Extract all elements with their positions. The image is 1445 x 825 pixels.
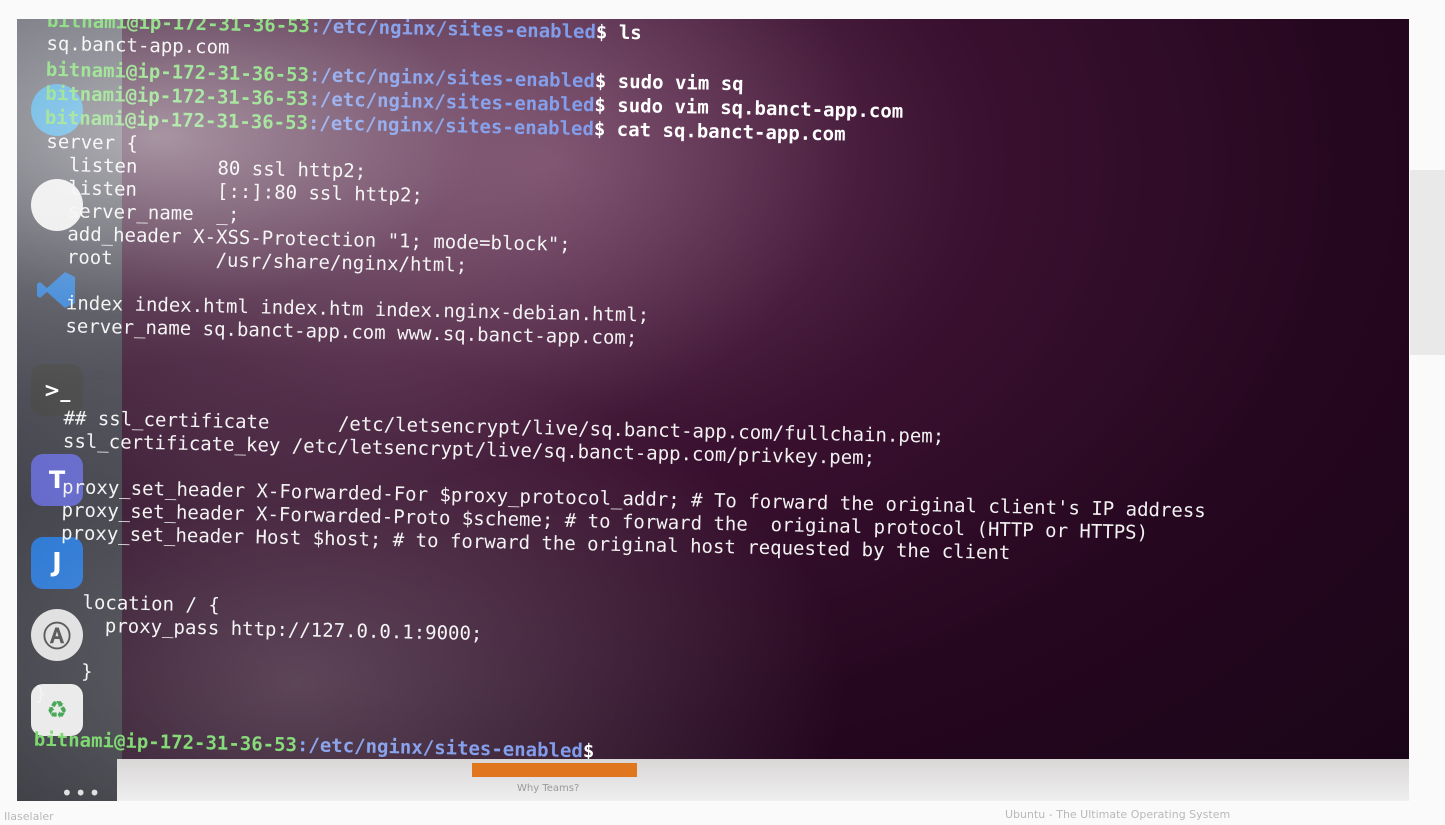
config-line: proxy_pass http://127.0.0.1:9000; <box>36 613 483 646</box>
terminal-line: sq.banct-app.com <box>46 32 230 59</box>
page: Ilaselaler Ubuntu - The Ultimate Operati… <box>0 0 1445 825</box>
background-text-left: Ilaselaler <box>4 810 54 823</box>
monitor-photo: >_ T J Ⓐ ♻ ••• bitnami@ip-172-31-36-53:/… <box>17 19 1409 801</box>
config-line: } <box>34 682 47 705</box>
background-panel <box>1410 170 1445 355</box>
config-line: server { <box>46 130 139 155</box>
terminal-output: bitnami@ip-172-31-36-53:/etc/nginx/sites… <box>34 19 1387 801</box>
background-text-right: Ubuntu - The Ultimate Operating System <box>1005 808 1231 821</box>
config-line: } <box>35 659 93 683</box>
bezel-text: Why Teams? <box>517 783 580 794</box>
monitor-bezel <box>117 759 1409 801</box>
background-button <box>472 763 637 777</box>
show-apps-icon[interactable]: ••• <box>61 783 101 801</box>
